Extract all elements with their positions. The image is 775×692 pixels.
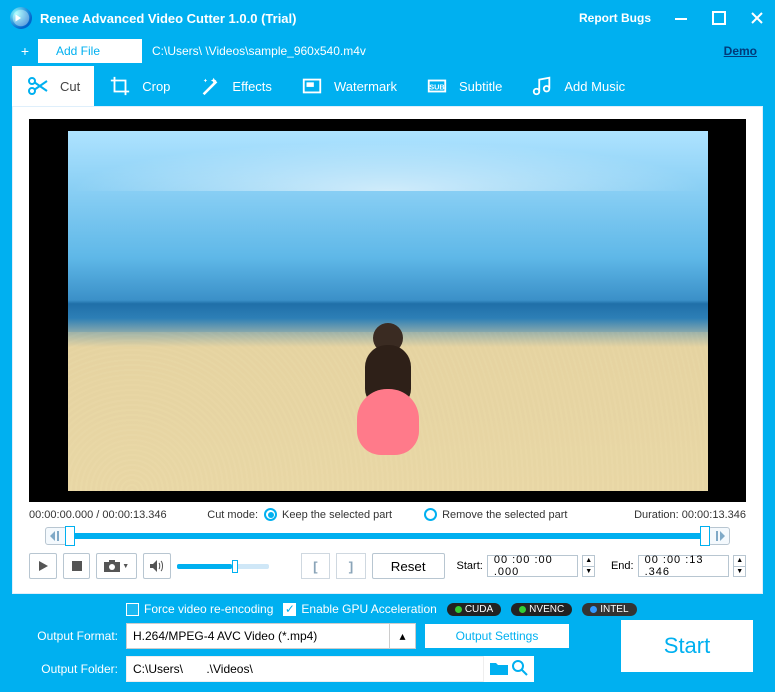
tab-subtitle[interactable]: SUB Subtitle <box>411 66 516 106</box>
crop-icon <box>108 74 132 98</box>
duration-label: Duration: <box>634 509 679 521</box>
position-time: 00:00:00.000 <box>29 509 93 521</box>
badge-intel: INTEL <box>582 603 636 616</box>
tab-watermark[interactable]: Watermark <box>286 66 411 106</box>
svg-text:SUB: SUB <box>429 83 444 92</box>
radio-icon <box>264 508 277 521</box>
encoding-options-row: Force video re-encoding ✓ Enable GPU Acc… <box>14 602 761 616</box>
end-time-label: End: <box>611 560 634 572</box>
radio-remove-selected[interactable]: Remove the selected part <box>424 508 567 521</box>
mark-in-button[interactable]: [ <box>301 553 331 579</box>
tab-add-music[interactable]: Add Music <box>516 66 639 106</box>
maximize-button[interactable] <box>711 10 727 26</box>
file-path: C:\Users\ \Videos\sample_960x540.m4v <box>152 44 714 58</box>
trim-handle-end[interactable] <box>700 526 710 546</box>
end-time-spinner[interactable]: ▲▼ <box>733 555 746 577</box>
output-folder-input[interactable] <box>126 656 484 682</box>
volume-button[interactable] <box>143 553 171 579</box>
work-area: 00:00:00.000 / 00:00:13.346 Cut mode: Ke… <box>12 106 763 594</box>
scissors-icon <box>26 74 50 98</box>
watermark-icon <box>300 74 324 98</box>
end-time-input[interactable]: 00 :00 :13 .346 <box>638 555 730 577</box>
report-bugs-link[interactable]: Report Bugs <box>579 11 651 25</box>
checkbox-force-reencode[interactable]: Force video re-encoding <box>126 602 273 616</box>
magic-wand-icon <box>198 74 222 98</box>
tab-effects[interactable]: Effects <box>184 66 286 106</box>
tab-cut-label: Cut <box>60 79 80 94</box>
output-format-label: Output Format: <box>14 629 118 643</box>
output-settings-button[interactable]: Output Settings <box>424 623 570 649</box>
start-time-input[interactable]: 00 :00 :00 .000 <box>487 555 579 577</box>
start-time-spinner[interactable]: ▲▼ <box>582 555 595 577</box>
start-button[interactable]: Start <box>621 620 753 672</box>
title-bar: Renee Advanced Video Cutter 1.0.0 (Trial… <box>0 0 775 36</box>
play-button[interactable] <box>29 553 57 579</box>
open-folder-icon[interactable] <box>512 660 528 679</box>
app-title: Renee Advanced Video Cutter 1.0.0 (Trial… <box>40 11 579 26</box>
tab-subtitle-label: Subtitle <box>459 79 502 94</box>
output-format-input[interactable] <box>126 623 390 649</box>
stop-button[interactable] <box>63 553 91 579</box>
snapshot-button[interactable]: ▼ <box>96 553 137 579</box>
duration-value: 00:00:13.346 <box>682 509 746 521</box>
app-logo-icon <box>10 7 32 29</box>
checkbox-icon: ✓ <box>283 603 296 616</box>
mark-out-button[interactable]: ] <box>336 553 366 579</box>
checkbox-gpu-accel[interactable]: ✓ Enable GPU Acceleration <box>283 602 436 616</box>
checkbox-icon <box>126 603 139 616</box>
trim-grip-left[interactable] <box>45 527 67 545</box>
trim-grip-right[interactable] <box>708 527 730 545</box>
cut-mode-label: Cut mode: <box>207 509 258 521</box>
plus-icon: + <box>12 39 38 63</box>
tab-crop[interactable]: Crop <box>94 66 184 106</box>
tab-watermark-label: Watermark <box>334 79 397 94</box>
close-button[interactable] <box>749 10 765 26</box>
add-file-button[interactable]: + Add File <box>12 39 142 63</box>
tab-cut[interactable]: Cut <box>12 66 94 106</box>
reset-button[interactable]: Reset <box>372 553 445 579</box>
trim-track[interactable] <box>67 533 708 539</box>
player-controls: ▼ [ ] Reset Start: 00 :00 :00 .000 ▲▼ En… <box>29 547 746 585</box>
radio-keep-selected[interactable]: Keep the selected part <box>264 508 392 521</box>
output-folder-label: Output Folder: <box>14 662 118 676</box>
radio-icon <box>424 508 437 521</box>
top-bar: + Add File C:\Users\ \Videos\sample_960x… <box>0 36 775 66</box>
badge-nvenc: NVENC <box>511 603 572 616</box>
timecode-row: 00:00:00.000 / 00:00:13.346 Cut mode: Ke… <box>29 502 746 525</box>
demo-link[interactable]: Demo <box>724 44 757 58</box>
tab-effects-label: Effects <box>232 79 272 94</box>
trim-handle-start[interactable] <box>65 526 75 546</box>
minimize-button[interactable] <box>673 10 689 26</box>
start-time-label: Start: <box>457 560 483 572</box>
total-time: 00:00:13.346 <box>102 509 166 521</box>
tab-bar: Cut Crop Effects Watermark SUB Subtitle … <box>0 66 775 106</box>
output-format-combo[interactable]: ▴ <box>126 623 416 649</box>
trim-track-row <box>29 525 746 547</box>
subtitle-icon: SUB <box>425 74 449 98</box>
tab-add-music-label: Add Music <box>564 79 625 94</box>
badge-cuda: CUDA <box>447 603 501 616</box>
volume-slider[interactable] <box>177 564 269 569</box>
tab-crop-label: Crop <box>142 79 170 94</box>
chevron-up-icon[interactable]: ▴ <box>390 623 416 649</box>
video-preview[interactable] <box>29 119 746 502</box>
add-file-label: Add File <box>56 44 100 58</box>
browse-folder-icon[interactable] <box>490 661 508 678</box>
music-note-icon <box>530 74 554 98</box>
